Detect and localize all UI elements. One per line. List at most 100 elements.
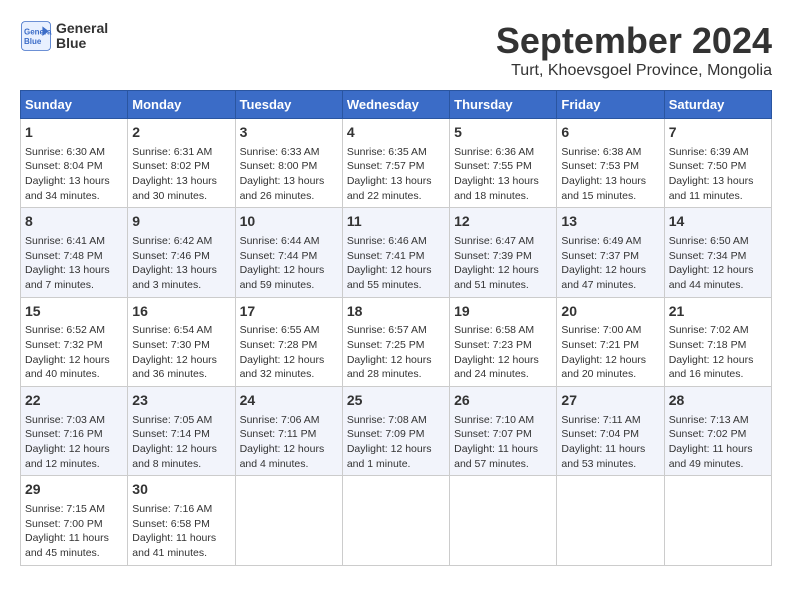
cell-line: Sunset: 7:39 PM [454, 249, 552, 264]
day-number: 10 [240, 212, 338, 232]
col-header-wednesday: Wednesday [342, 91, 449, 119]
calendar-cell: 7Sunrise: 6:39 AMSunset: 7:50 PMDaylight… [664, 119, 771, 208]
svg-text:Blue: Blue [24, 37, 42, 46]
cell-line: and 8 minutes. [132, 457, 230, 472]
col-header-tuesday: Tuesday [235, 91, 342, 119]
cell-line: Daylight: 13 hours [240, 174, 338, 189]
cell-line: Daylight: 13 hours [25, 174, 123, 189]
cell-line: Daylight: 13 hours [25, 263, 123, 278]
calendar-cell: 12Sunrise: 6:47 AMSunset: 7:39 PMDayligh… [450, 208, 557, 297]
day-number: 11 [347, 212, 445, 232]
day-number: 3 [240, 123, 338, 143]
cell-line: Sunrise: 7:13 AM [669, 413, 767, 428]
cell-line: Daylight: 12 hours [347, 442, 445, 457]
cell-line: Daylight: 13 hours [132, 174, 230, 189]
cell-line: Daylight: 12 hours [132, 353, 230, 368]
cell-line: Sunset: 7:46 PM [132, 249, 230, 264]
cell-line: Sunrise: 6:55 AM [240, 323, 338, 338]
week-row-5: 29Sunrise: 7:15 AMSunset: 7:00 PMDayligh… [21, 476, 772, 565]
cell-line: Sunset: 7:32 PM [25, 338, 123, 353]
cell-line: Sunrise: 6:36 AM [454, 145, 552, 160]
cell-line: Sunrise: 6:50 AM [669, 234, 767, 249]
logo-line2: Blue [56, 36, 108, 51]
cell-line: Sunset: 7:02 PM [669, 427, 767, 442]
calendar-cell: 6Sunrise: 6:38 AMSunset: 7:53 PMDaylight… [557, 119, 664, 208]
cell-line: and 44 minutes. [669, 278, 767, 293]
cell-line: Sunset: 7:25 PM [347, 338, 445, 353]
cell-line: Sunrise: 7:00 AM [561, 323, 659, 338]
day-number: 12 [454, 212, 552, 232]
cell-line: Sunset: 8:04 PM [25, 159, 123, 174]
day-number: 22 [25, 391, 123, 411]
cell-line: Sunrise: 7:11 AM [561, 413, 659, 428]
cell-line: and 3 minutes. [132, 278, 230, 293]
cell-line: Daylight: 12 hours [669, 353, 767, 368]
cell-line: Sunrise: 7:03 AM [25, 413, 123, 428]
day-number: 13 [561, 212, 659, 232]
cell-line: Daylight: 12 hours [240, 442, 338, 457]
cell-line: and 55 minutes. [347, 278, 445, 293]
cell-line: Daylight: 12 hours [669, 263, 767, 278]
cell-line: Daylight: 11 hours [669, 442, 767, 457]
day-number: 4 [347, 123, 445, 143]
cell-line: Sunset: 7:14 PM [132, 427, 230, 442]
cell-line: and 18 minutes. [454, 189, 552, 204]
day-number: 26 [454, 391, 552, 411]
cell-line: and 49 minutes. [669, 457, 767, 472]
cell-line: and 24 minutes. [454, 367, 552, 382]
week-row-1: 1Sunrise: 6:30 AMSunset: 8:04 PMDaylight… [21, 119, 772, 208]
calendar-cell: 18Sunrise: 6:57 AMSunset: 7:25 PMDayligh… [342, 297, 449, 386]
cell-line: and 45 minutes. [25, 546, 123, 561]
cell-line: Sunrise: 7:16 AM [132, 502, 230, 517]
day-number: 28 [669, 391, 767, 411]
day-number: 19 [454, 302, 552, 322]
day-number: 5 [454, 123, 552, 143]
cell-line: Daylight: 13 hours [669, 174, 767, 189]
cell-line: Sunrise: 6:42 AM [132, 234, 230, 249]
cell-line: Sunset: 7:18 PM [669, 338, 767, 353]
cell-line: Daylight: 11 hours [132, 531, 230, 546]
cell-line: Sunset: 7:16 PM [25, 427, 123, 442]
day-number: 6 [561, 123, 659, 143]
cell-line: and 40 minutes. [25, 367, 123, 382]
cell-line: Sunset: 7:53 PM [561, 159, 659, 174]
cell-line: and 34 minutes. [25, 189, 123, 204]
logo-line1: General [56, 21, 108, 36]
day-number: 7 [669, 123, 767, 143]
day-number: 27 [561, 391, 659, 411]
cell-line: Sunset: 7:11 PM [240, 427, 338, 442]
day-number: 23 [132, 391, 230, 411]
cell-line: Daylight: 11 hours [25, 531, 123, 546]
day-number: 9 [132, 212, 230, 232]
cell-line: Sunrise: 7:15 AM [25, 502, 123, 517]
cell-line: Sunrise: 6:35 AM [347, 145, 445, 160]
cell-line: Sunset: 7:48 PM [25, 249, 123, 264]
cell-line: Sunrise: 6:39 AM [669, 145, 767, 160]
day-number: 29 [25, 480, 123, 500]
header: General Blue General Blue September 2024… [20, 20, 772, 80]
day-number: 20 [561, 302, 659, 322]
cell-line: and 20 minutes. [561, 367, 659, 382]
cell-line: Sunrise: 6:54 AM [132, 323, 230, 338]
col-header-friday: Friday [557, 91, 664, 119]
cell-line: and 47 minutes. [561, 278, 659, 293]
cell-line: Sunrise: 6:38 AM [561, 145, 659, 160]
cell-line: Sunrise: 7:06 AM [240, 413, 338, 428]
cell-line: Sunrise: 7:05 AM [132, 413, 230, 428]
calendar-cell: 24Sunrise: 7:06 AMSunset: 7:11 PMDayligh… [235, 387, 342, 476]
main-title: September 2024 [496, 20, 772, 62]
day-number: 8 [25, 212, 123, 232]
calendar-cell [450, 476, 557, 565]
cell-line: Sunrise: 6:46 AM [347, 234, 445, 249]
calendar-table: SundayMondayTuesdayWednesdayThursdayFrid… [20, 90, 772, 566]
day-number: 14 [669, 212, 767, 232]
cell-line: and 30 minutes. [132, 189, 230, 204]
day-number: 1 [25, 123, 123, 143]
cell-line: Sunset: 7:07 PM [454, 427, 552, 442]
calendar-cell: 9Sunrise: 6:42 AMSunset: 7:46 PMDaylight… [128, 208, 235, 297]
day-number: 18 [347, 302, 445, 322]
col-header-saturday: Saturday [664, 91, 771, 119]
logo-text: General Blue [56, 21, 108, 52]
cell-line: Sunrise: 6:58 AM [454, 323, 552, 338]
calendar-cell: 2Sunrise: 6:31 AMSunset: 8:02 PMDaylight… [128, 119, 235, 208]
